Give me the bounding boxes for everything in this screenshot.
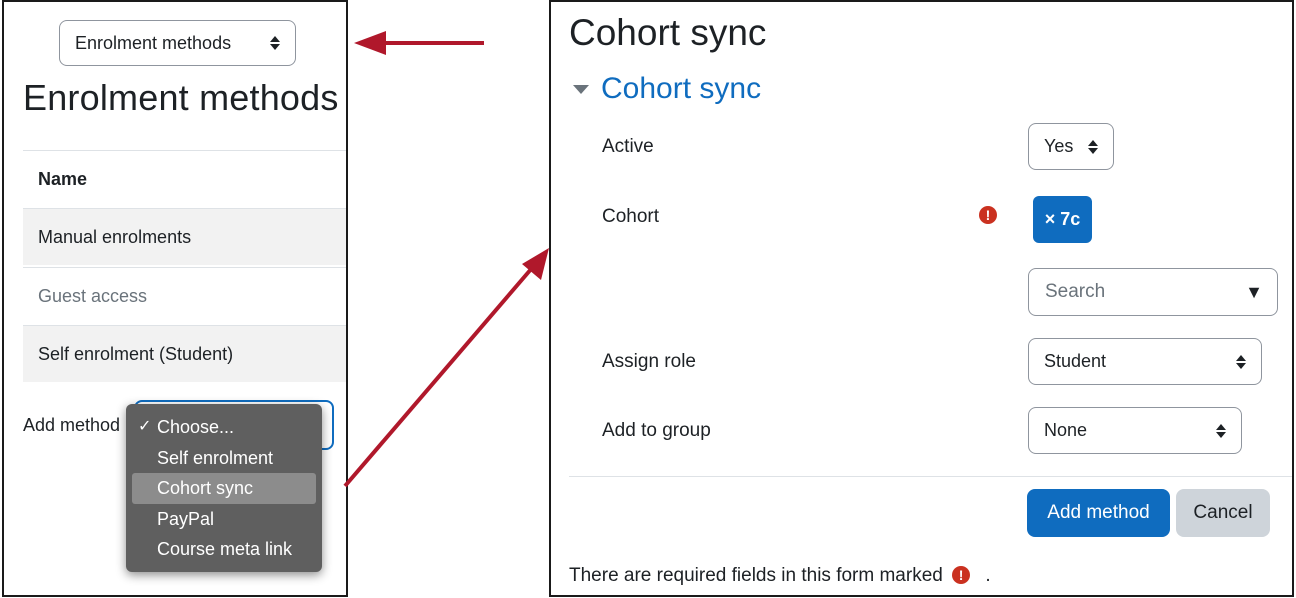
add-method-label: Add method xyxy=(23,415,121,435)
assign-role-select-value: Student xyxy=(1044,351,1107,371)
add-to-group-select[interactable]: None xyxy=(1028,407,1242,454)
table-cell-name: Guest access xyxy=(38,285,148,306)
dropdown-triangle-icon[interactable]: ▼ xyxy=(1245,282,1263,303)
table-cell-name: Manual enrolments xyxy=(38,226,192,247)
table-row: Manual enrolments xyxy=(23,208,346,265)
active-select[interactable]: Yes xyxy=(1028,123,1114,170)
menu-item-label: Self enrolment xyxy=(157,447,274,468)
menu-item-self-enrolment[interactable]: Self enrolment xyxy=(126,443,322,474)
updown-arrows-icon xyxy=(1087,139,1099,155)
add-method-button[interactable]: Add method xyxy=(1027,489,1170,537)
active-select-value: Yes xyxy=(1044,136,1074,156)
table-header-name: Name xyxy=(23,150,346,207)
menu-item-label: Cohort sync xyxy=(157,478,254,498)
menu-item-choose[interactable]: ✓ Choose... xyxy=(126,412,322,443)
table-row: Self enrolment (Student) xyxy=(23,325,346,382)
required-fields-text: There are required fields in this form m… xyxy=(569,565,943,586)
required-icon: ! xyxy=(979,206,997,224)
menu-item-label: Choose... xyxy=(157,417,235,437)
table-cell-name: Self enrolment (Student) xyxy=(38,343,234,364)
collapse-caret-icon[interactable] xyxy=(573,85,589,94)
add-method-dropdown-menu: ✓ Choose... Self enrolment Cohort sync P… xyxy=(126,404,322,572)
menu-item-label: PayPal xyxy=(157,508,215,529)
assign-role-label: Assign role xyxy=(602,351,696,372)
menu-item-paypal[interactable]: PayPal xyxy=(126,504,322,535)
updown-arrows-icon xyxy=(1235,354,1247,370)
enrolment-methods-panel: Enrolment methods Enrolment methods Name… xyxy=(2,0,348,597)
add-to-group-label: Add to group xyxy=(602,420,711,441)
required-fields-period: . xyxy=(985,565,991,586)
menu-item-label: Course meta link xyxy=(157,539,293,559)
updown-arrows-icon xyxy=(269,35,281,51)
cohort-selected-tag[interactable]: × 7c xyxy=(1033,196,1092,243)
page-navigation-select[interactable]: Enrolment methods xyxy=(59,20,296,66)
required-icon: ! xyxy=(952,566,971,584)
cohort-sync-panel: Cohort sync Cohort sync Active Yes Cohor… xyxy=(549,0,1294,597)
assign-role-select[interactable]: Student xyxy=(1028,338,1262,385)
arrow-to-navigation-select xyxy=(354,31,484,55)
active-label: Active xyxy=(602,136,654,157)
cohort-search-input[interactable]: Search ▼ xyxy=(1028,268,1278,316)
page-title: Enrolment methods xyxy=(23,77,339,118)
arrow-to-cohort-sync-form xyxy=(343,248,549,488)
search-placeholder: Search xyxy=(1045,281,1106,302)
menu-item-cohort-sync[interactable]: Cohort sync xyxy=(132,473,316,504)
menu-item-course-meta-link[interactable]: Course meta link xyxy=(126,534,322,565)
cohort-label: Cohort xyxy=(602,206,660,227)
required-fields-note: There are required fields in this form m… xyxy=(569,565,991,587)
page-navigation-select-value: Enrolment methods xyxy=(75,32,232,53)
section-title[interactable]: Cohort sync xyxy=(601,72,761,106)
table-row: Guest access xyxy=(23,267,346,324)
form-divider xyxy=(569,476,1292,477)
add-to-group-select-value: None xyxy=(1044,420,1088,440)
page-title: Cohort sync xyxy=(569,12,767,53)
cancel-button[interactable]: Cancel xyxy=(1176,489,1270,537)
updown-arrows-icon xyxy=(1215,423,1227,439)
checkmark-icon: ✓ xyxy=(138,418,152,435)
